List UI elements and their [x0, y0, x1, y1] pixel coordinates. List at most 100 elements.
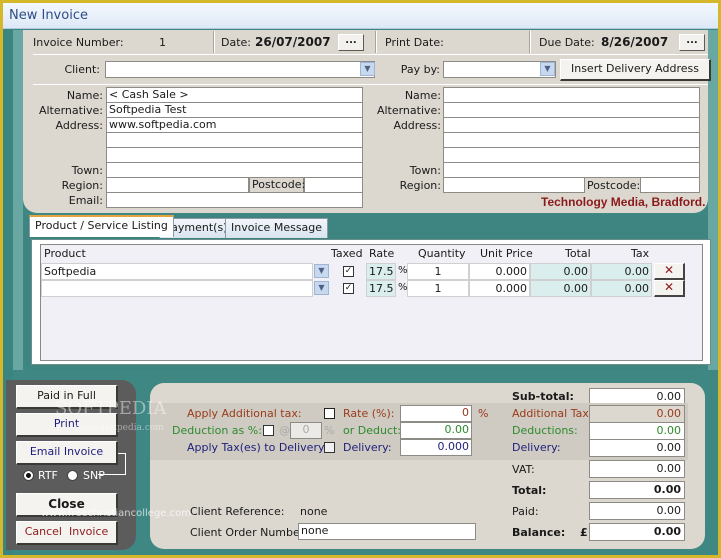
- tax-field: 0.00: [591, 263, 652, 280]
- total-label: Total:: [512, 484, 547, 497]
- product-dropdown-arrow-icon[interactable]: ▼: [314, 281, 329, 295]
- delivery-postcode-field[interactable]: [640, 177, 700, 193]
- quantity-field[interactable]: 1: [407, 263, 469, 280]
- apply-tax-delivery-label: Apply Tax(es) to Delivery:: [187, 441, 328, 454]
- billing-email-field[interactable]: [106, 192, 363, 208]
- separator: [375, 31, 377, 53]
- product-field[interactable]: [41, 280, 313, 297]
- delivery-name-label: Name:: [404, 89, 441, 102]
- delivery-region-field[interactable]: [443, 177, 585, 193]
- product-listing: Product Taxed Rate Quantity Unit Price T…: [40, 244, 703, 361]
- due-date-label: Due Date:: [539, 36, 595, 49]
- apply-additional-tax-label: Apply Additional tax:: [187, 407, 302, 420]
- quantity-field[interactable]: 1: [407, 280, 469, 297]
- snp-label: SNP: [83, 469, 105, 482]
- pay-by-dropdown-arrow-icon[interactable]: ▼: [540, 62, 555, 76]
- deductions-value: 0.00: [589, 422, 685, 440]
- billing-town-label: Town:: [71, 164, 103, 177]
- total-field: 0.00: [530, 280, 591, 297]
- billing-address-line3[interactable]: [106, 147, 363, 163]
- col-taxed: Taxed: [331, 247, 363, 260]
- due-date-value: 8/26/2007: [601, 35, 669, 49]
- delivery-total-label: Delivery:: [512, 441, 561, 454]
- rate-field[interactable]: 17.5: [366, 280, 396, 297]
- deduction-pct-unit: %: [324, 424, 335, 437]
- delete-row-icon[interactable]: ✕: [654, 263, 685, 280]
- date-picker-button[interactable]: ...: [338, 34, 364, 51]
- vat-value: 0.00: [589, 460, 685, 478]
- billing-postcode-label: Postcode:: [249, 177, 305, 193]
- apply-additional-tax-checkbox[interactable]: [324, 408, 335, 419]
- print-date-label: Print Date:: [385, 36, 444, 49]
- delete-row-icon[interactable]: ✕: [654, 280, 685, 297]
- rtf-radio[interactable]: [23, 470, 34, 481]
- unit-price-field[interactable]: 0.000: [469, 280, 530, 297]
- paid-in-full-button[interactable]: Paid in Full: [16, 385, 118, 409]
- taxed-checkbox[interactable]: ✓: [343, 283, 354, 294]
- paid-value: 0.00: [589, 502, 685, 520]
- invoice-totals-panel: Apply Additional tax: Rate (%): 0 % Dedu…: [150, 383, 705, 549]
- billing-address-line2[interactable]: [106, 132, 363, 148]
- delivery-alternative-field[interactable]: [443, 102, 700, 118]
- unit-price-field[interactable]: 0.000: [469, 263, 530, 280]
- deductions-label: Deductions:: [512, 424, 578, 437]
- close-button[interactable]: Close: [16, 493, 118, 517]
- delivery-address-line1[interactable]: [443, 117, 700, 133]
- company-name: Technology Media, Bradford.: [541, 195, 706, 209]
- client-order-field[interactable]: none: [298, 523, 476, 540]
- billing-name-field[interactable]: < Cash Sale >: [106, 87, 363, 103]
- client-reference-label: Client Reference:: [190, 505, 285, 518]
- delivery-address-line3[interactable]: [443, 147, 700, 163]
- product-field[interactable]: Softpedia: [41, 263, 313, 280]
- cancel-invoice-button[interactable]: Cancel Invoice: [16, 521, 118, 545]
- billing-alternative-field[interactable]: Softpedia Test: [106, 102, 363, 118]
- rate-field[interactable]: 17.5: [366, 263, 396, 280]
- tab-invoice-message[interactable]: Invoice Message: [225, 218, 329, 238]
- deduction-pct-checkbox[interactable]: [263, 425, 274, 436]
- rate-unit: %: [478, 407, 489, 420]
- client-dropdown-arrow-icon[interactable]: ▼: [360, 62, 375, 76]
- billing-region-field[interactable]: [106, 177, 249, 193]
- additional-tax-label: Additional Tax:: [512, 407, 593, 420]
- rate-pct-field[interactable]: 0: [400, 405, 472, 422]
- col-unit-price: Unit Price: [480, 247, 533, 260]
- delivery-town-field[interactable]: [443, 162, 700, 178]
- client-reference-value: none: [300, 505, 328, 518]
- email-invoice-button[interactable]: Email Invoice: [16, 441, 118, 465]
- subtotal-label: Sub-total:: [512, 390, 574, 403]
- deduction-pct-label: Deduction as %:: [172, 424, 262, 437]
- taxed-checkbox[interactable]: ✓: [343, 266, 354, 277]
- or-deduct-field[interactable]: 0.00: [400, 422, 472, 439]
- delivery-charge-label: Delivery:: [343, 441, 392, 454]
- or-deduct-label: or Deduct:: [343, 424, 402, 437]
- print-button[interactable]: Print: [16, 413, 118, 437]
- insert-delivery-address-button[interactable]: Insert Delivery Address: [560, 59, 711, 81]
- balance-value: 0.00: [589, 523, 685, 541]
- billing-alternative-label: Alternative:: [38, 104, 103, 117]
- delivery-address-line2[interactable]: [443, 132, 700, 148]
- total-field: 0.00: [530, 263, 591, 280]
- client-label: Client:: [64, 63, 100, 76]
- deduction-pct-field[interactable]: 0: [290, 422, 322, 439]
- billing-town-field[interactable]: [106, 162, 363, 178]
- balance-label: Balance:: [512, 526, 566, 539]
- product-dropdown-arrow-icon[interactable]: ▼: [314, 264, 329, 278]
- vat-label: VAT:: [512, 463, 535, 476]
- billing-postcode-field[interactable]: [304, 177, 363, 193]
- billing-name-label: Name:: [66, 89, 103, 102]
- additional-tax-value: 0.00: [589, 405, 685, 423]
- delivery-charge-field[interactable]: 0.000: [400, 439, 472, 456]
- snp-radio[interactable]: [67, 470, 78, 481]
- delivery-name-field[interactable]: [443, 87, 700, 103]
- invoice-number-label: Invoice Number:: [33, 36, 124, 49]
- client-select[interactable]: [105, 61, 375, 78]
- col-rate: Rate: [369, 247, 395, 260]
- tab-product-service-listing[interactable]: Product / Service Listing: [29, 215, 174, 237]
- total-value: 0.00: [589, 481, 685, 499]
- title-bar: New Invoice: [3, 3, 718, 29]
- apply-tax-delivery-checkbox[interactable]: [324, 442, 335, 453]
- billing-address-line1[interactable]: www.softpedia.com: [106, 117, 363, 133]
- col-total: Total: [565, 247, 591, 260]
- due-date-picker-button[interactable]: ...: [679, 34, 705, 51]
- paid-label: Paid:: [512, 505, 539, 518]
